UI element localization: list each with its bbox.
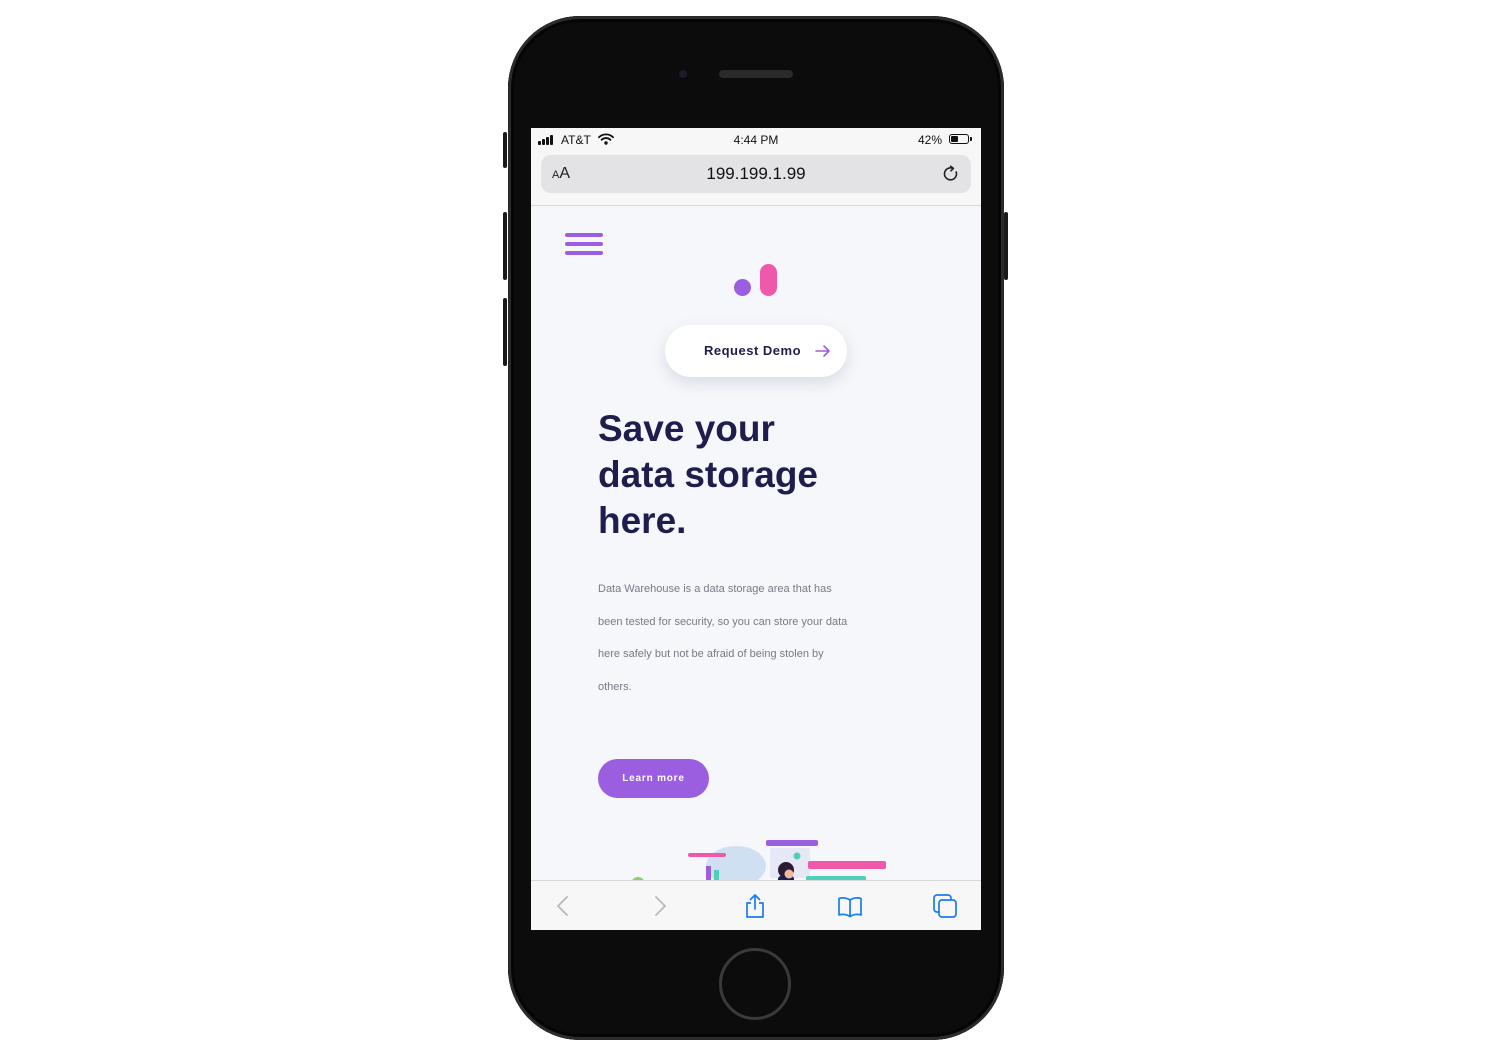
hero-title: Save your data storage here. bbox=[598, 406, 888, 544]
power-button bbox=[1004, 212, 1008, 280]
front-camera bbox=[676, 67, 690, 81]
volume-down-button bbox=[503, 298, 507, 366]
volume-up-button bbox=[503, 212, 507, 280]
battery-percentage: 42% bbox=[918, 133, 943, 147]
hero-title-line: here. bbox=[598, 500, 687, 541]
phone-screen: AT&T 4:44 PM 42% AA 199.199.1.99 Request… bbox=[531, 128, 981, 930]
hamburger-menu-icon[interactable] bbox=[565, 233, 605, 261]
logo-dot bbox=[734, 279, 751, 296]
tabs-icon[interactable] bbox=[931, 892, 959, 920]
brand-logo-icon bbox=[734, 264, 778, 298]
hero-description: Data Warehouse is a data storage area th… bbox=[598, 583, 848, 693]
share-icon[interactable] bbox=[741, 892, 769, 920]
bookmarks-icon[interactable] bbox=[836, 892, 864, 920]
status-time: 4:44 PM bbox=[733, 133, 779, 147]
address-bar[interactable]: AA 199.199.1.99 bbox=[541, 155, 971, 193]
data-storage-illustration bbox=[632, 840, 886, 880]
arrow-right-icon bbox=[815, 345, 830, 357]
back-icon[interactable] bbox=[550, 892, 578, 920]
browser-url-area: AA 199.199.1.99 bbox=[531, 152, 981, 206]
request-demo-button[interactable]: Request Demo bbox=[665, 325, 847, 377]
home-button[interactable] bbox=[719, 948, 791, 1020]
battery-tip bbox=[970, 137, 972, 141]
web-page: Request Demo Save your data storage here… bbox=[531, 206, 981, 880]
earpiece-speaker bbox=[719, 70, 793, 78]
mute-switch bbox=[503, 132, 507, 168]
hero-title-line: Save your bbox=[598, 408, 775, 449]
battery-icon bbox=[949, 134, 969, 144]
browser-toolbar bbox=[531, 880, 981, 930]
reload-icon[interactable] bbox=[941, 164, 961, 184]
url-text[interactable]: 199.199.1.99 bbox=[541, 164, 971, 184]
forward-icon[interactable] bbox=[645, 892, 673, 920]
hero-title-line: data storage bbox=[598, 454, 819, 495]
request-demo-label: Request Demo bbox=[704, 343, 802, 358]
logo-pill bbox=[760, 264, 777, 296]
learn-more-button[interactable]: Learn more bbox=[598, 759, 709, 798]
status-bar: AT&T 4:44 PM 42% bbox=[531, 128, 981, 152]
